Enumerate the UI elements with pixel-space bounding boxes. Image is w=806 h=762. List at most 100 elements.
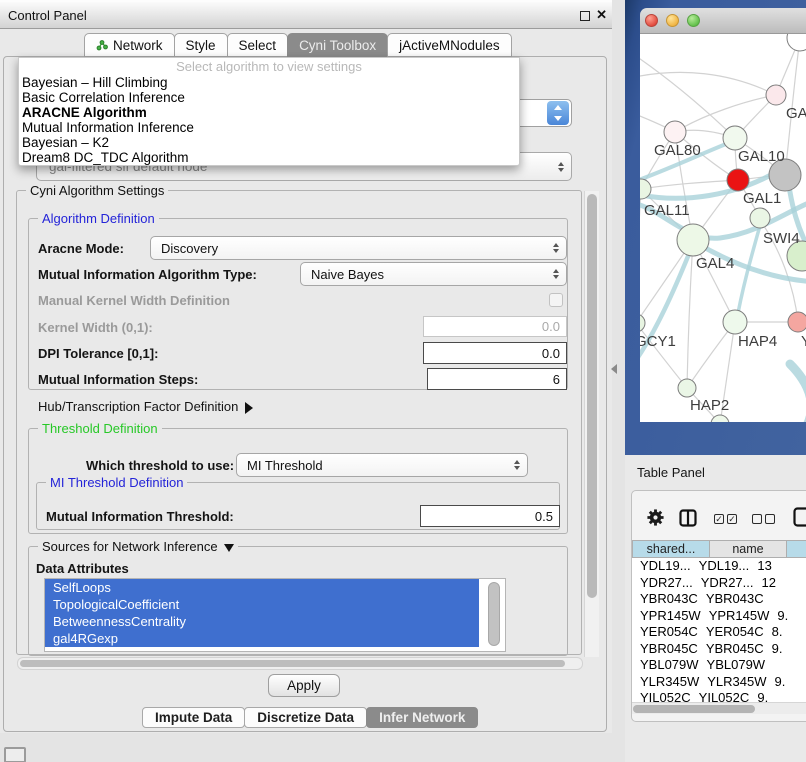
mi-threshold-field[interactable]: 0.5	[420, 505, 560, 527]
table-cell[interactable]: 9.	[769, 608, 806, 625]
node-gal-partial[interactable]	[766, 85, 786, 105]
network-window-titlebar[interactable]	[640, 8, 806, 34]
table-cell[interactable]: YBL079W	[632, 657, 699, 674]
table-cell[interactable]: YBR043C	[698, 591, 764, 608]
settings-horizontal-scrollbar-thumb[interactable]	[20, 660, 565, 667]
node-swi4[interactable]	[750, 208, 770, 228]
table-row[interactable]: YER054CYER054C8.	[632, 624, 806, 641]
close-traffic-light-icon[interactable]	[645, 14, 658, 27]
inference-algorithm-combo-fragment[interactable]	[512, 99, 572, 127]
table-row[interactable]: YBR043CYBR043C	[632, 591, 806, 608]
split-pane-collapse-icon[interactable]	[611, 364, 617, 374]
float-window-icon[interactable]	[580, 11, 590, 21]
table-row[interactable]: YDR27...YDR27...12	[632, 575, 806, 592]
table-row[interactable]: YBL079WYBL079W	[632, 657, 806, 674]
table-cell[interactable]: YBR045C	[698, 641, 764, 658]
algorithm-option-basic-correlation-inference[interactable]: Basic Correlation Inference	[19, 90, 519, 105]
node-hap4[interactable]	[723, 310, 747, 334]
table-cell[interactable]: YLR345W	[632, 674, 699, 691]
column-header-shared[interactable]: shared...	[632, 540, 710, 558]
table-cell[interactable]	[765, 657, 806, 674]
tab-style[interactable]: Style	[174, 33, 228, 57]
select-all-columns-icon[interactable]: ✓ ✓	[714, 514, 737, 524]
tab-impute-data[interactable]: Impute Data	[142, 707, 245, 728]
table-cell[interactable]: 9.	[767, 674, 806, 691]
tab-discretize-data[interactable]: Discretize Data	[244, 707, 367, 728]
unchecked-box-icon	[765, 514, 775, 524]
algorithm-option-mutual-information-inference[interactable]: Mutual Information Inference	[19, 120, 519, 135]
table-cell[interactable]	[764, 591, 806, 608]
algorithm-option-bayesian-hill-climbing[interactable]: Bayesian – Hill Climbing	[19, 75, 519, 90]
table-cell[interactable]: YDL19...	[691, 558, 750, 575]
table-cell[interactable]: YIL052C	[632, 690, 691, 702]
table-horizontal-scrollbar-thumb[interactable]	[633, 705, 755, 713]
minimize-traffic-light-icon[interactable]	[666, 14, 679, 27]
table-row[interactable]: YBR045CYBR045C9.	[632, 641, 806, 658]
column-header-blank[interactable]	[786, 540, 806, 558]
which-threshold-combo[interactable]: MI Threshold	[236, 453, 528, 477]
table-cell[interactable]: YDR27...	[693, 575, 754, 592]
tab-select[interactable]: Select	[227, 33, 289, 57]
table-cell[interactable]: YPR145W	[632, 608, 701, 625]
attribute-option-gal4rgexp[interactable]: gal4RGexp	[45, 630, 479, 647]
table-cell[interactable]: YLR345W	[699, 674, 766, 691]
mi-steps-field[interactable]: 6	[427, 368, 567, 390]
data-attributes-list[interactable]: SelfLoopsTopologicalCoefficientBetweenne…	[44, 578, 506, 652]
columns-icon[interactable]	[679, 509, 697, 532]
table-row[interactable]: YDL19...YDL19...13	[632, 558, 806, 575]
tab-cyni-toolbox[interactable]: Cyni Toolbox	[287, 33, 388, 57]
attribute-option-betweennesscentrality[interactable]: BetweennessCentrality	[45, 613, 479, 630]
attribute-option-selfloops[interactable]: SelfLoops	[45, 579, 479, 596]
node-gal4[interactable]	[677, 224, 709, 256]
attributes-scrollbar-thumb[interactable]	[488, 582, 500, 646]
floating-panel-chip[interactable]	[4, 747, 26, 762]
table-cell[interactable]: YIL052C	[691, 690, 750, 702]
table-cell[interactable]: YER054C	[698, 624, 764, 641]
apply-button[interactable]: Apply	[268, 674, 340, 697]
tab-infer-network[interactable]: Infer Network	[366, 707, 478, 728]
gear-icon[interactable]	[646, 508, 665, 532]
algorithm-option-dream8-dc-tdc-algorithm[interactable]: Dream8 DC_TDC Algorithm	[19, 150, 519, 165]
node-top-right[interactable]	[787, 34, 806, 51]
tab-jactivemnodules[interactable]: jActiveMNodules	[387, 33, 512, 57]
control-panel-titlebar[interactable]: Control Panel ✕	[0, 2, 612, 29]
algorithm-option-bayesian-k2[interactable]: Bayesian – K2	[19, 135, 519, 150]
table-cell[interactable]: 13	[749, 558, 806, 575]
node-gal80[interactable]	[664, 121, 686, 143]
column-header-name[interactable]: name	[709, 540, 787, 558]
node-gcy1[interactable]	[640, 314, 645, 332]
zoom-traffic-light-icon[interactable]	[687, 14, 700, 27]
dpi-tolerance-field[interactable]: 0.0	[423, 342, 567, 364]
node-hap2[interactable]	[678, 379, 696, 397]
hub-definition-toggle[interactable]: Hub/Transcription Factor Definition	[38, 399, 253, 414]
table-cell[interactable]: YER054C	[632, 624, 698, 641]
algorithm-option-aracne-algorithm[interactable]: ARACNE Algorithm	[19, 105, 519, 120]
attribute-option-topologicalcoefficient[interactable]: TopologicalCoefficient	[45, 596, 479, 613]
node-gal1[interactable]	[727, 169, 749, 191]
main-tab-bar: NetworkStyleSelectCyni ToolboxjActiveMNo…	[84, 33, 511, 57]
mi-type-combo[interactable]: Naive Bayes	[300, 262, 567, 286]
network-canvas[interactable]: GALGAL80GAL10GAL1GAL11SWI4GAL4GCY1HAP4YH…	[640, 34, 806, 422]
table-cell[interactable]: 9.	[749, 690, 806, 702]
aracne-mode-combo[interactable]: Discovery	[150, 236, 567, 260]
table-cell[interactable]: YBR043C	[632, 591, 698, 608]
deselect-all-columns-icon[interactable]	[752, 514, 775, 524]
partial-toolbar-icon[interactable]	[793, 506, 806, 533]
table-cell[interactable]: YBL079W	[699, 657, 766, 674]
node-gal10[interactable]	[723, 126, 747, 150]
table-row[interactable]: YPR145WYPR145W9.	[632, 608, 806, 625]
table-cell[interactable]: 12	[754, 575, 806, 592]
sources-toggle[interactable]: Sources for Network Inference	[38, 539, 238, 554]
table-cell[interactable]: YDR27...	[632, 575, 693, 592]
table-cell[interactable]: 8.	[764, 624, 806, 641]
table-cell[interactable]: YDL19...	[632, 558, 691, 575]
tab-network[interactable]: Network	[84, 33, 175, 57]
table-row[interactable]: YLR345WYLR345W9.	[632, 674, 806, 691]
close-icon[interactable]: ✕	[596, 7, 607, 23]
table-cell[interactable]: YPR145W	[701, 608, 770, 625]
settings-vertical-scrollbar-thumb[interactable]	[587, 194, 597, 598]
table-cell[interactable]: YBR045C	[632, 641, 698, 658]
node-salmon[interactable]	[788, 312, 806, 332]
table-cell[interactable]: 9.	[764, 641, 806, 658]
table-row[interactable]: YIL052CYIL052C9.	[632, 690, 806, 702]
